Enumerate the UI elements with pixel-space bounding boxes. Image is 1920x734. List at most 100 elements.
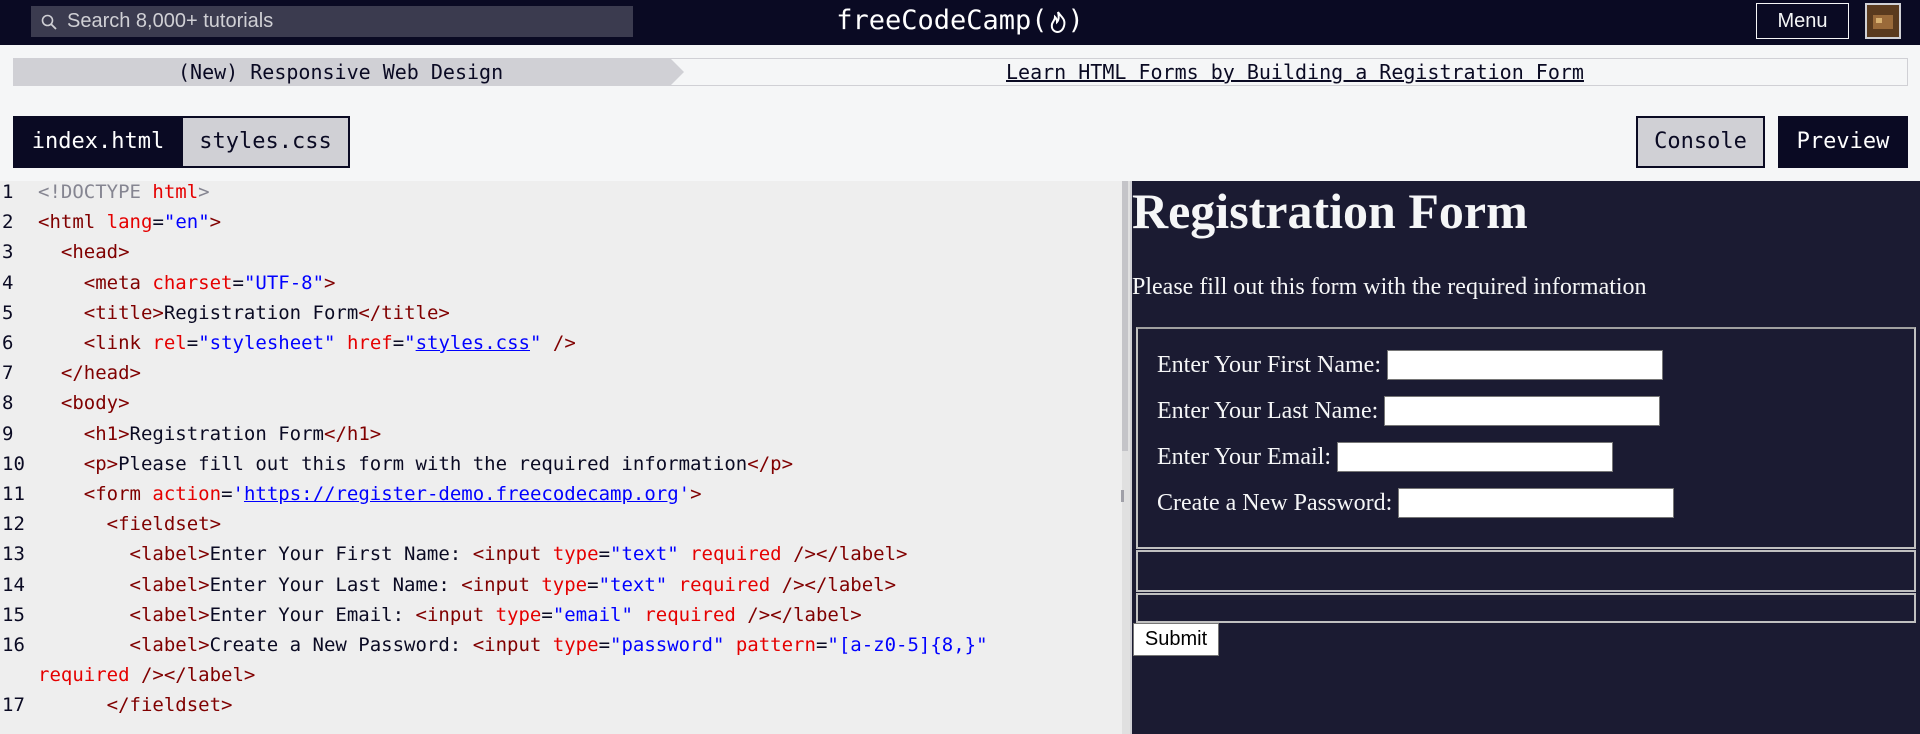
- code-token: html: [152, 181, 199, 203]
- preview-fieldset-personal: Enter Your First Name: Enter Your Last N…: [1136, 327, 1916, 549]
- avatar[interactable]: [1865, 3, 1901, 39]
- code-token: ': [232, 483, 244, 505]
- code-token: action: [152, 483, 222, 505]
- preview-button[interactable]: Preview: [1778, 116, 1908, 168]
- code-token: "text": [598, 573, 668, 596]
- search-bar[interactable]: [31, 6, 633, 37]
- code-token: charset: [152, 271, 233, 294]
- code-link[interactable]: styles.css: [416, 332, 530, 354]
- code-line[interactable]: required /></label>: [38, 664, 255, 686]
- code-line[interactable]: <label>Enter Your First Name: <input typ…: [38, 543, 908, 566]
- code-token: =: [598, 634, 611, 656]
- code-token: <meta: [83, 271, 141, 294]
- code-token: href: [346, 332, 393, 354]
- line-number: 7: [2, 362, 14, 385]
- code-line[interactable]: <form action='https://register-demo.free…: [38, 483, 702, 505]
- code-token: type: [552, 543, 599, 566]
- code-line[interactable]: <!DOCTYPE html>: [38, 181, 210, 203]
- code-token: required: [644, 603, 736, 626]
- code-token: =: [186, 332, 199, 354]
- code-token: </p>: [747, 452, 794, 475]
- line-number: 5: [2, 301, 14, 324]
- code-token: />: [735, 603, 771, 626]
- code-line[interactable]: <html lang="en">: [38, 211, 221, 233]
- line-number: 14: [2, 573, 25, 596]
- console-button[interactable]: Console: [1636, 116, 1765, 168]
- email-input[interactable]: [1337, 442, 1613, 472]
- last-name-input[interactable]: [1384, 396, 1661, 426]
- breadcrumb: (New) Responsive Web Design Learn HTML F…: [13, 58, 1908, 86]
- code-token: <label>: [129, 634, 210, 656]
- search-input[interactable]: [67, 10, 627, 33]
- code-line[interactable]: </head>: [38, 362, 141, 384]
- code-token: ": [530, 332, 542, 354]
- tab-index-html[interactable]: index.html: [13, 116, 183, 168]
- code-token: =: [232, 271, 244, 294]
- code-token: <label>: [129, 573, 210, 596]
- code-token: </h1>: [324, 422, 382, 445]
- code-line[interactable]: <p>Please fill out this form with the re…: [38, 453, 793, 475]
- menu-button[interactable]: Menu: [1756, 3, 1849, 39]
- code-line[interactable]: <head>: [38, 241, 130, 263]
- code-line[interactable]: <label>Enter Your Last Name: <input type…: [38, 573, 897, 596]
- editor-scrollbar-thumb[interactable]: [1122, 181, 1128, 451]
- line-number: 15: [2, 603, 25, 626]
- line-number: 1: [2, 181, 14, 203]
- code-line[interactable]: <title>Registration Form</title>: [38, 302, 450, 324]
- code-token: </fieldset>: [106, 694, 233, 717]
- line-number: 16: [2, 634, 25, 656]
- email-row: Enter Your Email:: [1157, 442, 1613, 472]
- code-token: <input: [472, 543, 542, 566]
- code-token: "email": [552, 603, 633, 626]
- preview-fieldset-empty-1: [1136, 550, 1916, 592]
- first-name-input[interactable]: [1387, 350, 1663, 380]
- code-token: "text": [610, 543, 679, 566]
- submit-button[interactable]: Submit: [1133, 623, 1219, 656]
- line-number: 17: [2, 694, 25, 717]
- code-line[interactable]: <link rel="stylesheet" href="styles.css"…: [38, 332, 576, 354]
- email-label: Enter Your Email:: [1157, 444, 1331, 470]
- code-editor[interactable]: 1 <!DOCTYPE html> 2 <html lang="en"> 3 <head…: [0, 181, 1122, 734]
- code-line[interactable]: <body>: [38, 392, 130, 414]
- code-line[interactable]: <label>Enter Your Email: <input type="em…: [38, 604, 862, 626]
- last-name-row: Enter Your Last Name:: [1157, 396, 1661, 426]
- code-token: type: [495, 603, 542, 626]
- code-token: =: [221, 483, 233, 505]
- line-number: 6: [2, 332, 14, 354]
- line-number: 12: [2, 513, 25, 536]
- pane-resize-grip-icon[interactable]: [1121, 490, 1124, 502]
- code-link[interactable]: https://register-demo.freecodecamp.org: [244, 483, 679, 505]
- code-token: <input: [472, 634, 542, 656]
- top-nav: freeCodeCamp() Menu: [0, 0, 1920, 45]
- code-token: </head>: [60, 362, 141, 385]
- line-number: 9: [2, 422, 14, 445]
- code-line[interactable]: <h1>Registration Form</h1>: [38, 423, 381, 445]
- code-token: pattern: [735, 634, 816, 656]
- code-line[interactable]: </fieldset>: [38, 694, 233, 717]
- password-input[interactable]: [1398, 488, 1675, 518]
- code-token: <label>: [129, 543, 210, 566]
- code-token: <form: [83, 483, 141, 505]
- code-token: Create a New Password:: [209, 634, 473, 656]
- code-line[interactable]: <meta charset="UTF-8">: [38, 271, 336, 294]
- breadcrumb-course[interactable]: (New) Responsive Web Design: [14, 59, 671, 85]
- code-line[interactable]: <label>Create a New Password: <input typ…: [38, 634, 988, 656]
- code-line[interactable]: <fieldset>: [38, 513, 221, 535]
- code-token: Enter Your Last Name:: [209, 573, 462, 596]
- tab-styles-css[interactable]: styles.css: [181, 116, 350, 168]
- breadcrumb-arrow-icon: [671, 59, 684, 85]
- code-token: "en": [163, 211, 210, 234]
- breadcrumb-project-link[interactable]: Learn HTML Forms by Building a Registrat…: [1006, 59, 1584, 85]
